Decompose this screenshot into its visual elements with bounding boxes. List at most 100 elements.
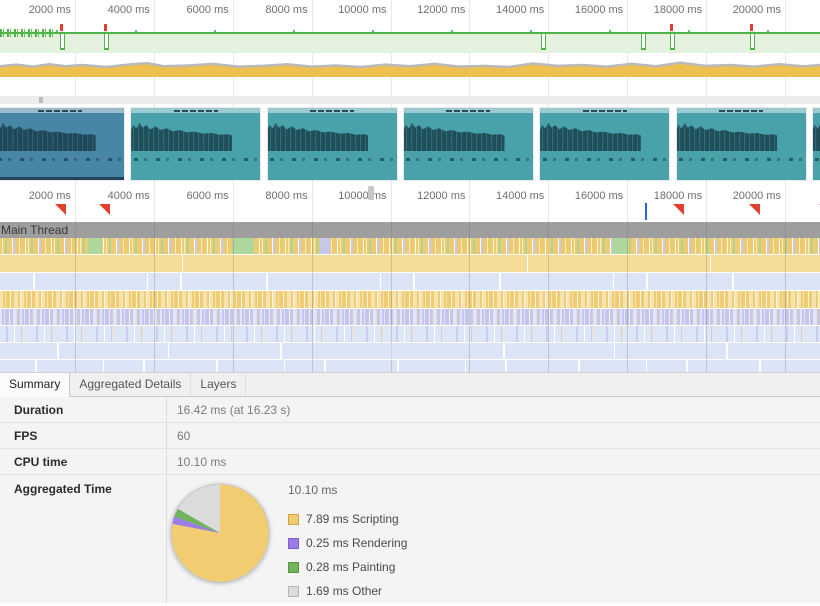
flame-row-depth-3[interactable] <box>0 291 820 308</box>
network-overview-band[interactable] <box>0 96 820 104</box>
fps-overview-chart[interactable] <box>0 32 820 53</box>
gridline <box>233 185 234 222</box>
thumbnail-browser-chrome <box>404 108 533 113</box>
filmstrip-thumbnail[interactable] <box>131 108 260 180</box>
screenshot-hover-marker <box>368 186 374 200</box>
fps-dip <box>670 34 675 50</box>
main-thread-track[interactable]: Main Thread <box>0 222 820 372</box>
thumbnail-histogram-content <box>813 121 820 151</box>
overview-tick-label: 18000 ms <box>654 4 706 16</box>
filmstrip-thumbnail[interactable] <box>813 108 820 180</box>
fps-value: 60 <box>166 429 190 443</box>
details-pane: SummaryAggregated DetailsLayers Duration… <box>0 372 820 603</box>
ruler2-tick-label: 16000 ms <box>575 190 627 202</box>
overview-tick-label: 10000 ms <box>338 4 390 16</box>
pie-legend: 10.10 ms 7.89 ms Scripting0.25 ms Render… <box>288 483 407 603</box>
overview-tick-label: 6000 ms <box>186 4 232 16</box>
overview-tick-label: 20000 ms <box>733 4 785 16</box>
network-request-mark <box>39 97 43 103</box>
cpu-time-value: 10.10 ms <box>166 455 226 469</box>
filmstrip-thumbnail[interactable] <box>540 108 669 180</box>
flamechart-time-ruler[interactable]: 2000 ms4000 ms6000 ms8000 ms10000 ms1200… <box>0 185 820 222</box>
tab-layers[interactable]: Layers <box>191 373 246 396</box>
overview-tick-label: 16000 ms <box>575 4 627 16</box>
long-frame-flag[interactable] <box>55 204 66 215</box>
gridline <box>785 185 786 222</box>
cpu-time-label: CPU time <box>0 455 166 469</box>
long-frame-flag[interactable] <box>99 204 110 215</box>
duration-label: Duration <box>0 403 166 417</box>
gridline <box>627 222 628 372</box>
gridline <box>391 222 392 372</box>
flame-row-depth-5[interactable] <box>0 326 820 342</box>
fps-startup-noise <box>0 29 56 37</box>
gridline <box>154 185 155 222</box>
cpu-overview-chart[interactable] <box>0 57 820 77</box>
pie-svg <box>168 481 274 587</box>
timeline-overview[interactable]: 2000 ms4000 ms6000 ms8000 ms10000 ms1200… <box>0 0 820 185</box>
gridline <box>469 222 470 372</box>
legend-label-1: 0.25 ms Rendering <box>306 536 407 550</box>
ruler2-tick-label: 6000 ms <box>186 190 232 202</box>
gridline <box>154 222 155 372</box>
fps-dip <box>60 34 65 50</box>
tab-aggregated-details[interactable]: Aggregated Details <box>70 373 191 396</box>
overview-tick-label: 12000 ms <box>417 4 469 16</box>
thumbnail-browser-chrome <box>540 108 669 113</box>
thumbnail-text-content <box>406 158 530 161</box>
filmstrip-thumbnail[interactable] <box>0 108 124 180</box>
thumbnail-histogram-content <box>540 121 641 151</box>
gridline <box>706 222 707 372</box>
summary-row-cpu-time: CPU time 10.10 ms <box>0 449 820 475</box>
flame-row-depth-7[interactable] <box>0 360 820 372</box>
overview-tick-label: 8000 ms <box>265 4 311 16</box>
summary-row-duration: Duration 16.42 ms (at 16.23 s) <box>0 397 820 423</box>
gridline <box>469 185 470 222</box>
thumbnail-browser-chrome <box>0 108 124 113</box>
gridline <box>75 222 76 372</box>
thumbnail-histogram-content <box>268 121 369 151</box>
flame-row-activity[interactable] <box>0 238 820 254</box>
ruler2-tick-label: 12000 ms <box>417 190 469 202</box>
gridline <box>706 185 707 222</box>
legend-label-3: 1.69 ms Other <box>306 584 382 598</box>
long-frame-flag[interactable] <box>749 204 760 215</box>
filmstrip-thumbnail[interactable] <box>677 108 806 180</box>
navigation-marker <box>645 203 647 220</box>
legend-swatch-0 <box>288 514 299 525</box>
main-thread-header[interactable]: Main Thread <box>0 222 820 238</box>
gridline <box>75 185 76 222</box>
thumbnail-browser-chrome <box>677 108 806 113</box>
thumbnail-text-content <box>679 158 803 161</box>
gridline <box>312 185 313 222</box>
filmstrip-thumbnail[interactable] <box>268 108 397 180</box>
gridline <box>785 222 786 372</box>
legend-item-3: 1.69 ms Other <box>288 579 407 603</box>
gridline <box>391 185 392 222</box>
fps-dip <box>104 34 109 50</box>
ruler2-tick-label: 18000 ms <box>654 190 706 202</box>
fps-dip <box>750 34 755 50</box>
aggregated-time-label: Aggregated Time <box>0 482 166 496</box>
thumbnail-histogram-content <box>131 121 232 151</box>
aggregated-time-pie <box>168 481 274 587</box>
filmstrip-thumbnail[interactable] <box>404 108 533 180</box>
ruler2-tick-label: 2000 ms <box>29 190 75 202</box>
long-frame-flag[interactable] <box>673 204 684 215</box>
legend-label-0: 7.89 ms Scripting <box>306 512 399 526</box>
summary-row-fps: FPS 60 <box>0 423 820 449</box>
flame-row-task[interactable] <box>0 255 820 272</box>
legend-swatch-3 <box>288 586 299 597</box>
flame-row-depth-6[interactable] <box>0 343 820 359</box>
legend-swatch-1 <box>288 538 299 549</box>
flame-row-depth-2[interactable] <box>0 273 820 290</box>
thumbnail-text-content <box>543 158 667 161</box>
fps-area <box>0 34 820 53</box>
legend-label-2: 0.28 ms Painting <box>306 560 395 574</box>
flame-row-depth-4[interactable] <box>0 309 820 325</box>
thumbnail-histogram-content <box>0 121 96 151</box>
legend-swatch-2 <box>288 562 299 573</box>
overview-tick-label: 14000 ms <box>496 4 548 16</box>
tab-summary[interactable]: Summary <box>0 373 70 397</box>
overview-tick-label: 2000 ms <box>29 4 75 16</box>
